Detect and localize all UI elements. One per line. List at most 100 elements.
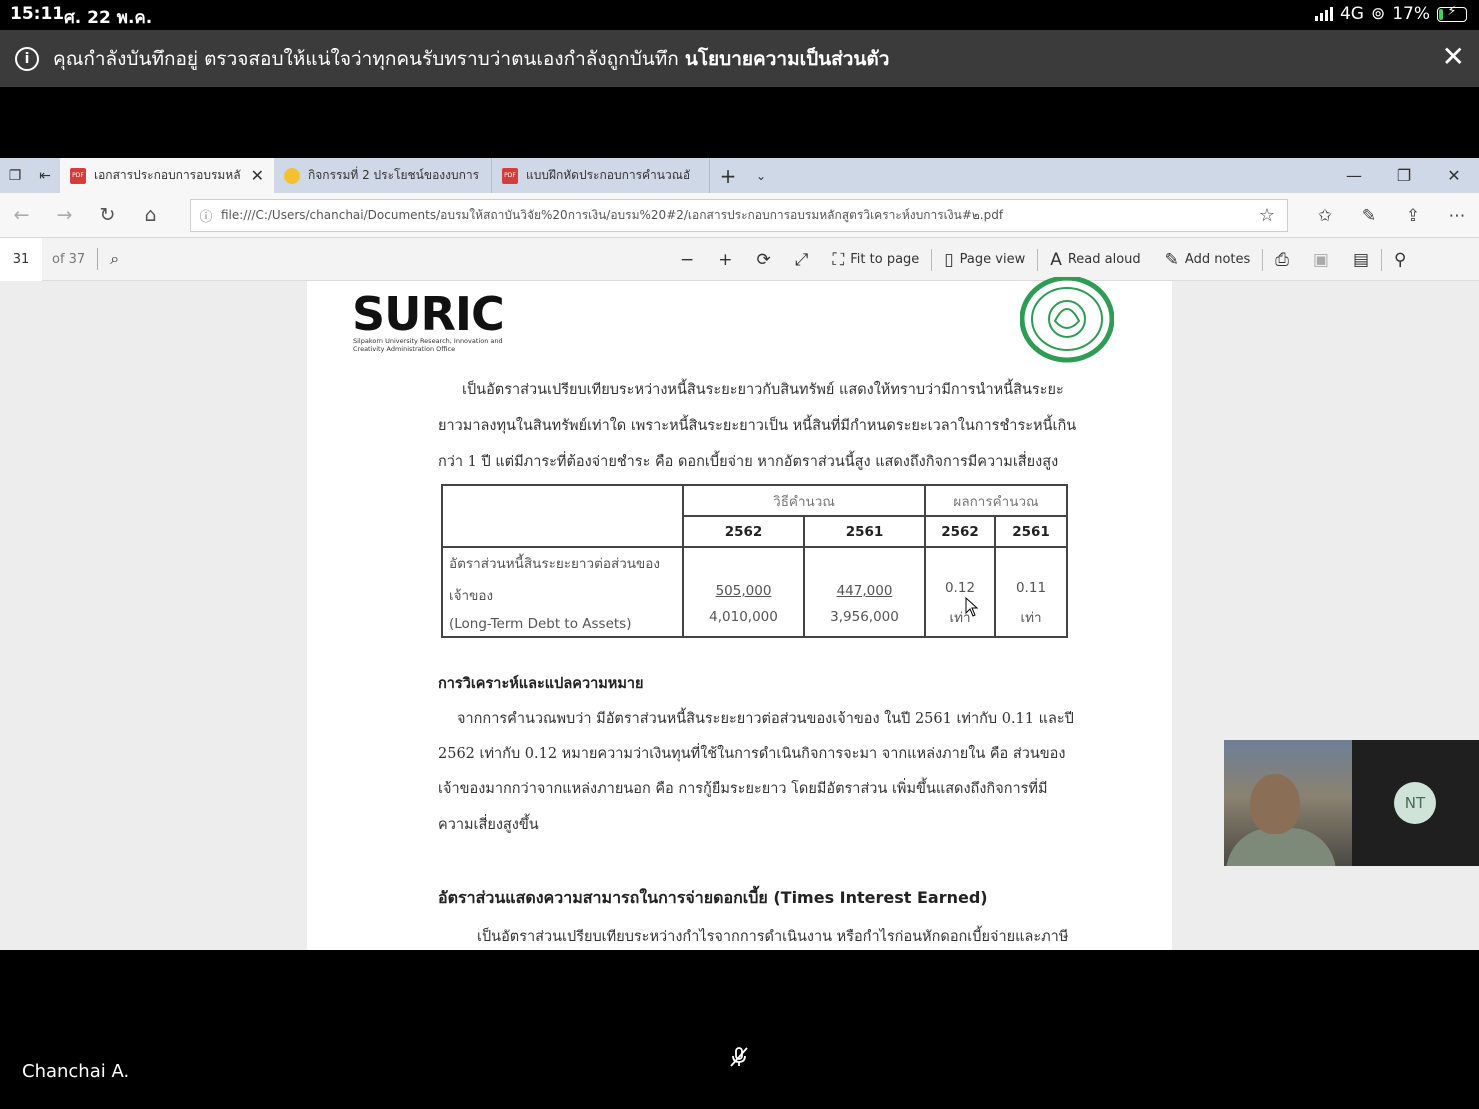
url-text: file:///C:/Users/chanchai/Documents/อบรม… bbox=[221, 208, 1004, 222]
denominator: 4,010,000 bbox=[709, 609, 778, 625]
favorites-icon[interactable]: ✩ bbox=[1303, 206, 1347, 226]
zoom-in-button[interactable]: + bbox=[706, 250, 744, 270]
share-icon[interactable]: ⇪ bbox=[1391, 206, 1435, 226]
fullscreen-button[interactable]: ⤢ bbox=[783, 250, 821, 270]
fit-to-page-button[interactable]: ⛶ Fit to page bbox=[820, 250, 931, 270]
set-aside-tabs-icon[interactable]: ⇤ bbox=[30, 168, 60, 184]
status-time: 15:11 bbox=[10, 4, 65, 24]
pdf-toolbar: 31 of 37 ⌕ − + ⟳ ⤢ ⛶ Fit to page ▯ Page vi… bbox=[0, 237, 1479, 281]
page-view-label: Page view bbox=[959, 252, 1026, 267]
pdf-tools: − + ⟳ ⤢ ⛶ Fit to page ▯ Page view A Read al… bbox=[668, 238, 1418, 281]
pin-icon: ⚲ bbox=[1394, 249, 1407, 270]
mouse-cursor-icon bbox=[965, 597, 979, 617]
video-tile[interactable]: NT bbox=[1224, 740, 1479, 866]
table-row: อัตราส่วนหนี้สินระยะยาวต่อส่วนของ เจ้าขอ… bbox=[441, 546, 1068, 638]
battery-icon: ⚡ bbox=[1437, 4, 1467, 22]
recording-banner: i คุณกำลังบันทึกอยู่ ตรวจสอบให้แน่ใจว่าท… bbox=[0, 30, 1479, 87]
recording-message: คุณกำลังบันทึกอยู่ ตรวจสอบให้แน่ใจว่าทุก… bbox=[53, 44, 889, 74]
tab-actions-icon[interactable]: ❐ bbox=[0, 168, 30, 184]
close-window-icon[interactable]: ✕ bbox=[1429, 158, 1479, 193]
presenter-video bbox=[1224, 740, 1352, 866]
favorite-star-icon[interactable]: ☆ bbox=[1247, 205, 1287, 226]
intro-line: ยาวมาลงทุนในสินทรัพย์เท่าใด เพราะหนี้สิน… bbox=[438, 418, 1077, 434]
suric-logo-subtitle: Silpakorn University Research, Innovatio… bbox=[353, 337, 503, 353]
denominator: 3,956,000 bbox=[830, 609, 899, 625]
add-notes-button[interactable]: ✎ Add notes bbox=[1153, 250, 1263, 270]
save-button[interactable]: ▣ bbox=[1301, 250, 1341, 270]
pdf-icon: PDF bbox=[502, 167, 518, 184]
restore-icon[interactable]: ❐ bbox=[1379, 158, 1429, 193]
result-value: 0.11 bbox=[1015, 580, 1047, 596]
method-header: วิธีคำนวณ bbox=[682, 484, 926, 517]
chevron-down-icon[interactable]: ⌄ bbox=[746, 169, 776, 183]
presenter-name: Chanchai A. bbox=[22, 1061, 130, 1082]
intro-line: กว่า 1 ปี แต่มีภาระที่ต้องจ่ายชำระ คือ ด… bbox=[438, 454, 1059, 470]
result-unit: เท่า bbox=[949, 610, 971, 626]
rotate-icon: ⟳ bbox=[756, 249, 771, 270]
browser-tab-bar: ❐ ⇤ PDF เอกสารประกอบการอบรมหลั ✕ กิจกรรม… bbox=[0, 158, 1479, 193]
tab-label: กิจกรรมที่ 2 ประโยชน์ของงบการ bbox=[308, 168, 480, 182]
pen-icon: ✎ bbox=[1164, 249, 1179, 270]
row-label-en: (Long-Term Debt to Assets) bbox=[449, 616, 632, 632]
zoom-out-button[interactable]: − bbox=[668, 250, 706, 270]
signal-icon bbox=[1314, 7, 1333, 21]
page-icon: ▯ bbox=[944, 249, 954, 270]
analysis-line: ความเสี่ยงสูงขึ้น bbox=[438, 817, 539, 833]
tab-label: แบบฝึกหัดประกอบการคำนวณอั bbox=[526, 168, 691, 182]
search-icon[interactable]: ⌕ bbox=[110, 249, 119, 269]
close-tab-icon[interactable]: ✕ bbox=[251, 166, 264, 185]
address-bar-row: ← → ↻ ⌂ ⓘ file:///C:/Users/chanchai/Docu… bbox=[0, 193, 1479, 238]
tab-pdf-document[interactable]: PDF เอกสารประกอบการอบรมหลั ✕ bbox=[60, 158, 274, 193]
mic-off-icon[interactable] bbox=[727, 1045, 751, 1069]
intro-line: เป็นอัตราส่วนเปรียบเทียบระหว่างหนี้สินระ… bbox=[462, 382, 1064, 398]
page-view-button[interactable]: ▯ Page view bbox=[932, 250, 1037, 270]
url-field[interactable]: ⓘ file:///C:/Users/chanchai/Documents/อบ… bbox=[190, 199, 1288, 232]
person-placeholder bbox=[1250, 774, 1300, 834]
section-heading: อัตราส่วนแสดงความสามารถในการจ่ายดอกเบี้ย… bbox=[438, 888, 988, 907]
privacy-policy-link[interactable]: นโยบายความเป็นส่วนตัว bbox=[685, 48, 890, 70]
site-info-icon[interactable]: ⓘ bbox=[191, 206, 221, 225]
window-controls: — ❐ ✕ bbox=[1329, 158, 1479, 193]
print-button[interactable]: ⎙ bbox=[1263, 250, 1301, 270]
page-total: of 37 bbox=[52, 251, 86, 267]
result-value: 0.12 bbox=[944, 580, 976, 596]
forward-arrow-icon[interactable]: → bbox=[43, 204, 86, 226]
minimize-icon[interactable]: — bbox=[1329, 158, 1379, 193]
table-cell bbox=[441, 484, 684, 548]
status-bar: 15:11 ศ. 22 พ.ค. 4G ⊚ 17% ⚡ bbox=[0, 0, 1479, 30]
more-icon[interactable]: ⋯ bbox=[1435, 206, 1479, 226]
suric-logo: SURIC bbox=[352, 287, 505, 341]
close-icon[interactable]: ✕ bbox=[1442, 42, 1465, 72]
tab-label: เอกสารประกอบการอบรมหลั bbox=[94, 168, 241, 182]
fraction-2562: 505,000 4,010,000 bbox=[682, 546, 805, 638]
read-aloud-label: Read aloud bbox=[1067, 252, 1141, 267]
plus-icon: + bbox=[718, 249, 733, 270]
fit-page-icon: ⛶ bbox=[832, 249, 845, 270]
save-as-button[interactable]: ▤ bbox=[1341, 250, 1381, 270]
battery-percent: 17% bbox=[1392, 4, 1430, 24]
analysis-line: 2562 เท่ากับ 0.12 หมายความว่าเงินทุนที่ใ… bbox=[438, 746, 1066, 762]
rotate-button[interactable]: ⟳ bbox=[745, 250, 783, 270]
year-header: 2561 bbox=[803, 515, 926, 548]
pen-icon[interactable]: ✎ bbox=[1347, 206, 1391, 226]
add-notes-label: Add notes bbox=[1184, 252, 1251, 267]
minus-icon: − bbox=[680, 249, 695, 270]
expand-icon: ⤢ bbox=[794, 249, 809, 270]
new-tab-icon[interactable]: + bbox=[710, 164, 746, 188]
pin-toolbar-button[interactable]: ⚲ bbox=[1382, 250, 1418, 270]
tab-exercise[interactable]: PDF แบบฝึกหัดประกอบการคำนวณอั bbox=[492, 158, 710, 193]
analysis-heading: การวิเคราะห์และแปลความหมาย bbox=[438, 676, 644, 692]
home-icon[interactable]: ⌂ bbox=[129, 204, 172, 226]
pdf-icon: PDF bbox=[70, 167, 86, 184]
back-arrow-icon[interactable]: ← bbox=[0, 204, 43, 226]
row-label-th: อัตราส่วนหนี้สินระยะยาวต่อส่วนของ bbox=[449, 556, 660, 572]
pdf-page: SURIC Silpakorn University Research, Inn… bbox=[307, 277, 1172, 950]
year-header: 2562 bbox=[924, 515, 996, 548]
read-aloud-button[interactable]: A Read aloud bbox=[1038, 250, 1152, 270]
tab-activity[interactable]: กิจกรรมที่ 2 ประโยชน์ของงบการ bbox=[274, 158, 492, 193]
save-as-icon: ▤ bbox=[1352, 249, 1370, 270]
page-number-input[interactable]: 31 bbox=[0, 237, 42, 281]
refresh-icon[interactable]: ↻ bbox=[86, 204, 129, 226]
section-line: เป็นอัตราส่วนเปรียบเทียบระหว่างกำไรจากกา… bbox=[477, 929, 1069, 945]
row-label-th: เจ้าของ bbox=[449, 588, 494, 604]
